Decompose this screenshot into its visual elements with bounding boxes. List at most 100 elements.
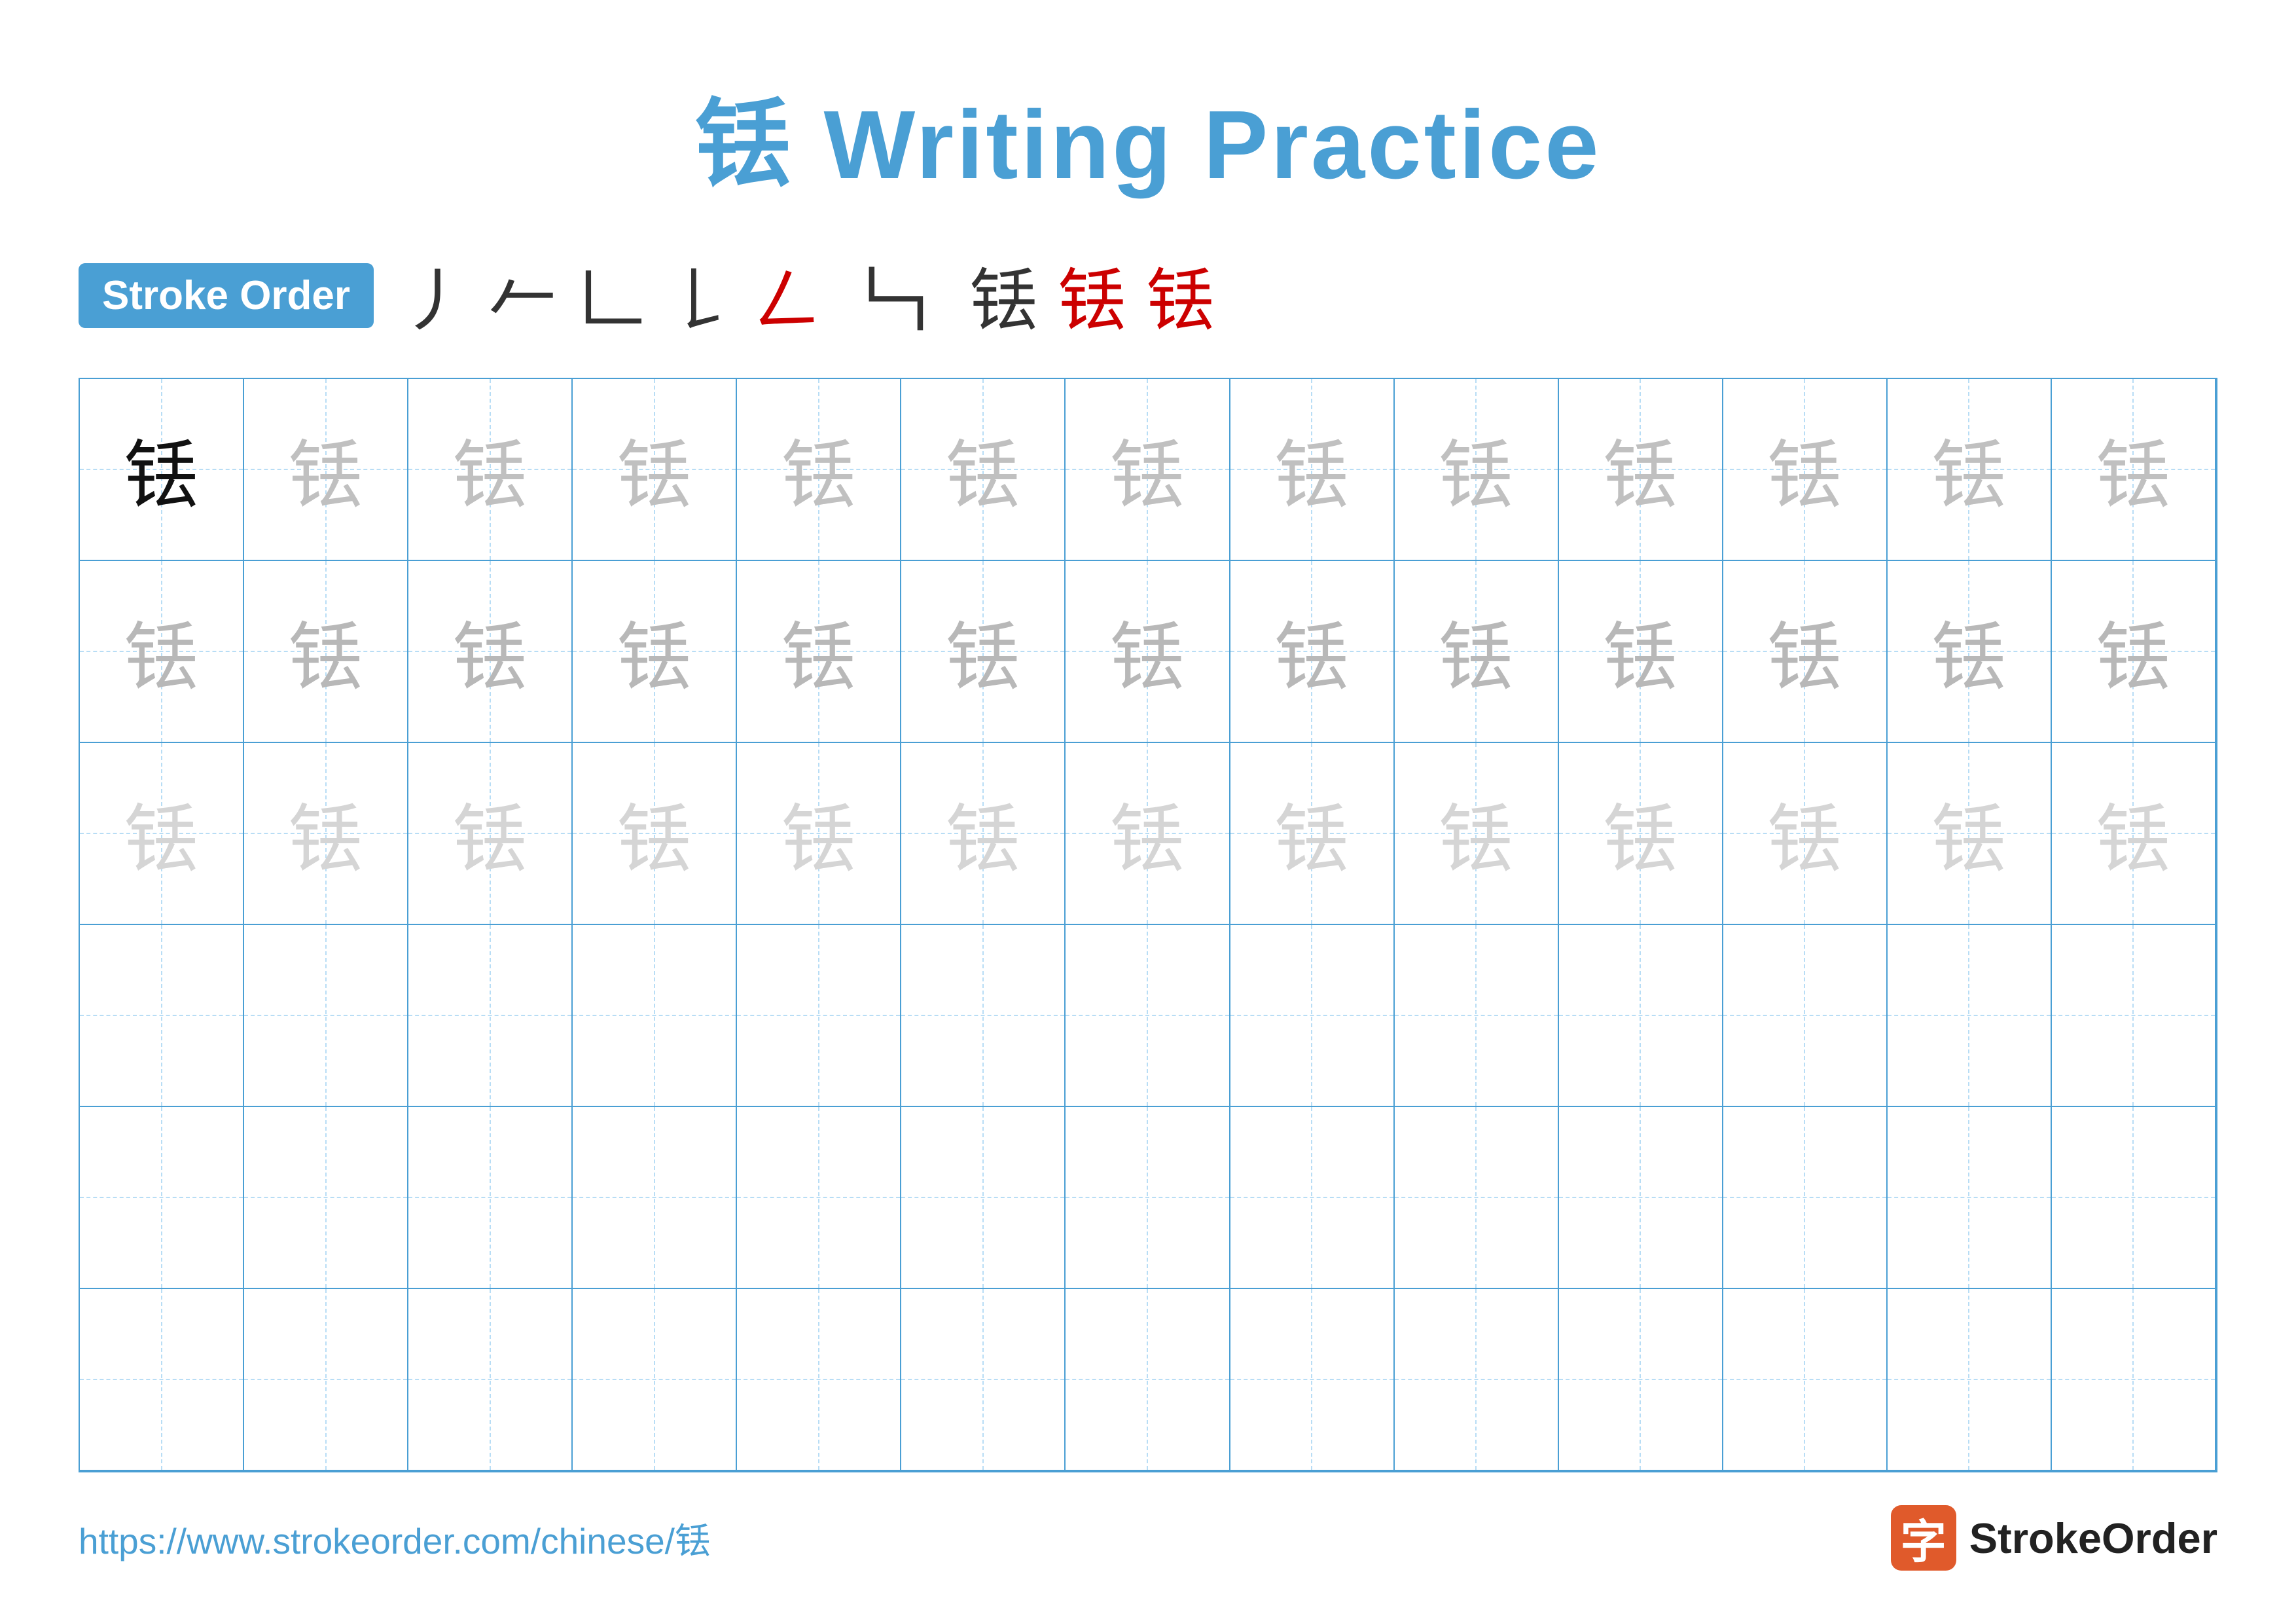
grid-cell[interactable]: 铥 bbox=[2052, 561, 2216, 743]
grid-cell[interactable]: 铥 bbox=[408, 561, 573, 743]
grid-cell[interactable] bbox=[901, 1289, 1066, 1471]
grid-cell[interactable] bbox=[1559, 925, 1723, 1107]
grid-cell[interactable]: 铥 bbox=[901, 379, 1066, 561]
grid-cell[interactable]: 铥 bbox=[1395, 743, 1559, 925]
grid-cell[interactable]: 铥 bbox=[1723, 561, 1888, 743]
grid-cell[interactable] bbox=[737, 925, 901, 1107]
grid-cell[interactable] bbox=[573, 1289, 737, 1471]
grid-cell[interactable] bbox=[80, 1289, 244, 1471]
title-char: 铥 bbox=[694, 91, 794, 199]
grid-cell[interactable]: 铥 bbox=[1066, 743, 1230, 925]
stroke-5: 𠃋 bbox=[753, 246, 822, 345]
grid-cell[interactable] bbox=[80, 925, 244, 1107]
practice-grid: 铥铥铥铥铥铥铥铥铥铥铥铥铥铥铥铥铥铥铥铥铥铥铥铥铥铥铥铥铥铥铥铥铥铥铥铥铥铥铥 bbox=[79, 378, 2217, 1472]
grid-cell[interactable]: 铥 bbox=[80, 561, 244, 743]
grid-cell[interactable]: 铥 bbox=[1723, 379, 1888, 561]
grid-cell[interactable]: 铥 bbox=[244, 743, 408, 925]
stroke-order-badge: Stroke Order bbox=[79, 263, 374, 328]
grid-cell[interactable] bbox=[2052, 925, 2216, 1107]
brand-icon: 字 bbox=[1891, 1505, 1956, 1571]
grid-cell[interactable]: 铥 bbox=[2052, 743, 2216, 925]
grid-cell[interactable]: 铥 bbox=[408, 743, 573, 925]
footer-brand: 字 StrokeOrder bbox=[1891, 1505, 2217, 1571]
grid-cell[interactable] bbox=[244, 925, 408, 1107]
grid-cell[interactable]: 铥 bbox=[573, 379, 737, 561]
grid-cell[interactable] bbox=[408, 1107, 573, 1289]
grid-cell[interactable] bbox=[1066, 1289, 1230, 1471]
grid-cell[interactable] bbox=[1559, 1289, 1723, 1471]
grid-cell[interactable] bbox=[1230, 1289, 1395, 1471]
grid-cell[interactable]: 铥 bbox=[80, 379, 244, 561]
grid-cell[interactable]: 铥 bbox=[573, 743, 737, 925]
grid-cell[interactable]: 铥 bbox=[1723, 743, 1888, 925]
grid-cell[interactable]: 铥 bbox=[1559, 743, 1723, 925]
grid-cell[interactable]: 铥 bbox=[1888, 379, 2052, 561]
grid-cell[interactable]: 铥 bbox=[1395, 379, 1559, 561]
grid-cell[interactable] bbox=[1559, 1107, 1723, 1289]
stroke-1: 丿 bbox=[400, 246, 469, 345]
page: 铥 Writing Practice Stroke Order 丿 𠂉 𠃊 𠄌 … bbox=[0, 0, 2296, 1623]
grid-cell[interactable] bbox=[1395, 1107, 1559, 1289]
grid-cell[interactable]: 铥 bbox=[1888, 743, 2052, 925]
grid-cell[interactable]: 铥 bbox=[1559, 379, 1723, 561]
grid-cell[interactable] bbox=[244, 1107, 408, 1289]
stroke-chars: 丿 𠂉 𠃊 𠄌 𠃋 𠁻 𠃑 𠄐 铥 铥 铥 bbox=[400, 246, 1215, 345]
grid-cell[interactable] bbox=[901, 925, 1066, 1107]
brand-icon-char: 字 bbox=[1901, 1505, 1946, 1571]
grid-cell[interactable] bbox=[737, 1289, 901, 1471]
title-text: Writing Practice bbox=[824, 91, 1602, 199]
grid-cell[interactable]: 铥 bbox=[1230, 743, 1395, 925]
grid-cell[interactable]: 铥 bbox=[737, 561, 901, 743]
grid-cell[interactable] bbox=[408, 925, 573, 1107]
grid-cell[interactable] bbox=[2052, 1289, 2216, 1471]
grid-cell[interactable] bbox=[1066, 1107, 1230, 1289]
grid-cell[interactable] bbox=[1723, 925, 1888, 1107]
grid-cell[interactable] bbox=[1888, 1107, 2052, 1289]
grid-cell[interactable]: 铥 bbox=[1395, 561, 1559, 743]
stroke-2: 𠂉 bbox=[488, 246, 557, 345]
grid-cell[interactable]: 铥 bbox=[244, 561, 408, 743]
grid-cell[interactable] bbox=[1395, 1289, 1559, 1471]
stroke-order-row: Stroke Order 丿 𠂉 𠃊 𠄌 𠃋 𠁻 𠃑 𠄐 铥 铥 铥 bbox=[79, 246, 2217, 345]
stroke-4: 𠄌 bbox=[665, 246, 734, 345]
grid-cell[interactable]: 铥 bbox=[2052, 379, 2216, 561]
grid-cell[interactable] bbox=[1888, 925, 2052, 1107]
grid-cell[interactable] bbox=[244, 1289, 408, 1471]
stroke-3: 𠃊 bbox=[577, 246, 645, 345]
grid-cell[interactable] bbox=[737, 1107, 901, 1289]
grid-cell[interactable]: 铥 bbox=[901, 743, 1066, 925]
grid-cell[interactable]: 铥 bbox=[1888, 561, 2052, 743]
grid-cell[interactable]: 铥 bbox=[1230, 561, 1395, 743]
grid-cell[interactable]: 铥 bbox=[737, 379, 901, 561]
stroke-10: 铥 bbox=[1058, 246, 1126, 345]
grid-cell[interactable] bbox=[573, 1107, 737, 1289]
stroke-9: 铥 bbox=[969, 246, 1038, 345]
grid-cell[interactable] bbox=[1723, 1289, 1888, 1471]
footer-url[interactable]: https://www.strokeorder.com/chinese/铥 bbox=[79, 1512, 711, 1564]
grid-cell[interactable] bbox=[80, 1107, 244, 1289]
grid-cell[interactable] bbox=[1230, 925, 1395, 1107]
grid-cell[interactable]: 铥 bbox=[901, 561, 1066, 743]
grid-cell[interactable]: 铥 bbox=[1559, 561, 1723, 743]
brand-name: StrokeOrder bbox=[1969, 1514, 2217, 1563]
grid-cell[interactable] bbox=[408, 1289, 573, 1471]
grid-cell[interactable] bbox=[901, 1107, 1066, 1289]
grid-cell[interactable]: 铥 bbox=[408, 379, 573, 561]
grid-cell[interactable] bbox=[1066, 925, 1230, 1107]
stroke-7: 𠃑 bbox=[861, 246, 930, 345]
grid-cell[interactable]: 铥 bbox=[737, 743, 901, 925]
grid-cell[interactable]: 铥 bbox=[1066, 379, 1230, 561]
grid-cell[interactable]: 铥 bbox=[244, 379, 408, 561]
grid-cell[interactable] bbox=[1395, 925, 1559, 1107]
grid-cell[interactable]: 铥 bbox=[573, 561, 737, 743]
grid-cell[interactable]: 铥 bbox=[80, 743, 244, 925]
grid-cell[interactable]: 铥 bbox=[1230, 379, 1395, 561]
grid-cell[interactable] bbox=[1888, 1289, 2052, 1471]
grid-cell[interactable] bbox=[1230, 1107, 1395, 1289]
stroke-11: 铥 bbox=[1146, 246, 1215, 345]
grid-cell[interactable] bbox=[573, 925, 737, 1107]
grid-cell[interactable] bbox=[2052, 1107, 2216, 1289]
grid-cell[interactable] bbox=[1723, 1107, 1888, 1289]
grid-cell[interactable]: 铥 bbox=[1066, 561, 1230, 743]
page-title: 铥 Writing Practice bbox=[694, 65, 1601, 206]
